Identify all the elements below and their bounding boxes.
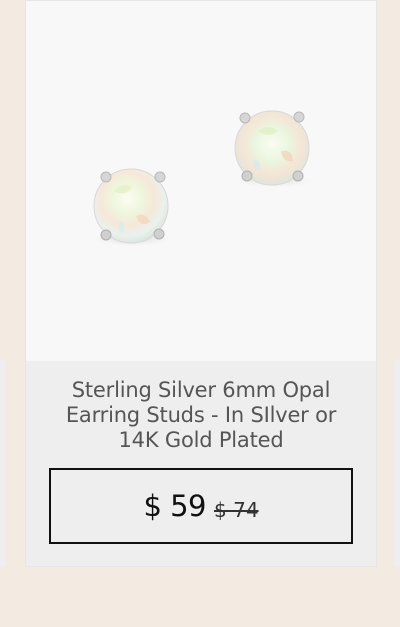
opal-earring-studs-image bbox=[89, 110, 316, 247]
product-card[interactable]: Sterling Silver 6mm Opal Earring Studs -… bbox=[25, 0, 377, 567]
adjacent-product-card-left[interactable] bbox=[0, 360, 6, 567]
original-price: $ 74 bbox=[214, 498, 259, 522]
current-price: $ 59 bbox=[143, 489, 207, 523]
product-image[interactable] bbox=[26, 1, 376, 361]
price-button[interactable]: $ 59 $ 74 bbox=[49, 468, 353, 544]
adjacent-product-card-right[interactable] bbox=[394, 360, 400, 567]
product-title[interactable]: Sterling Silver 6mm Opal Earring Studs -… bbox=[46, 378, 356, 453]
